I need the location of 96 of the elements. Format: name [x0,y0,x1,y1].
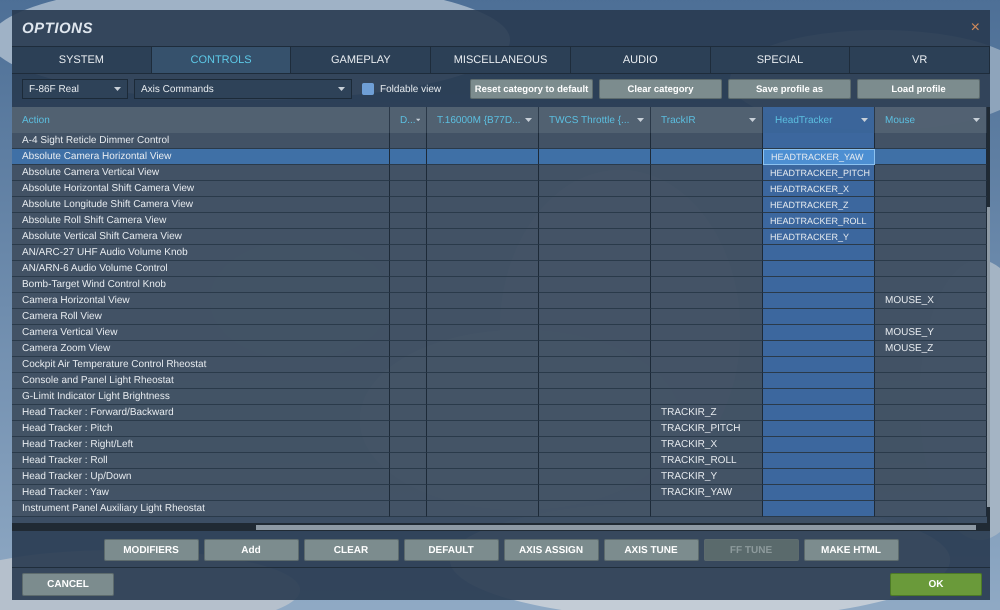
action-cell[interactable]: Absolute Camera Horizontal View [12,149,390,165]
binding-cell[interactable]: HEADTRACKER_Z [763,197,875,213]
binding-cell[interactable]: TRACKIR_PITCH [651,421,763,437]
action-cell[interactable]: Head Tracker : Yaw [12,485,390,501]
table-cell [390,357,427,373]
table-cell [390,501,427,517]
caret-icon [114,87,121,91]
action-cell[interactable]: AN/ARN-6 Audio Volume Control [12,261,390,277]
action-cell[interactable]: Absolute Vertical Shift Camera View [12,229,390,245]
table-cell [390,245,427,261]
table-cell [390,389,427,405]
action-cell[interactable]: Camera Zoom View [12,341,390,357]
table-cell [390,437,427,453]
binding-cell[interactable]: MOUSE_Z [875,341,987,357]
action-cell[interactable]: Camera Roll View [12,309,390,325]
caret-icon [416,118,420,122]
tab[interactable]: CONTROLS [152,47,292,73]
action-cell[interactable]: Absolute Longitude Shift Camera View [12,197,390,213]
binding-cell[interactable]: HEADTRACKER_X [763,181,875,197]
table-cell [390,165,427,181]
tab[interactable]: SPECIAL [710,47,850,73]
action-cell[interactable]: Absolute Horizontal Shift Camera View [12,181,390,197]
action-button[interactable]: DEFAULT [404,539,498,561]
action-cell[interactable]: G-Limit Indicator Light Brightness [12,389,390,405]
table-cell [390,213,427,229]
caret-icon [973,118,980,122]
action-cell[interactable]: Head Tracker : Right/Left [12,437,390,453]
action-button[interactable]: CLEAR [304,539,398,561]
action-cell[interactable]: Head Tracker : Pitch [12,421,390,437]
action-cell[interactable]: Head Tracker : Forward/Backward [12,405,390,421]
tab[interactable]: VR [850,47,990,73]
table-cell [390,325,427,341]
category-dropdown[interactable]: Axis Commands [134,79,352,99]
binding-cell[interactable]: TRACKIR_X [651,437,763,453]
binding-cell[interactable]: HEADTRACKER_PITCH [763,165,875,181]
aircraft-dropdown[interactable]: F-86F Real [22,79,128,99]
table-cell [390,149,427,165]
tab[interactable]: GAMEPLAY [291,47,432,73]
binding-cell[interactable]: TRACKIR_Y [651,469,763,485]
table-cell [390,373,427,389]
table-cell [390,469,427,485]
table-cell [390,309,427,325]
table-cell [390,133,427,149]
tab[interactable]: MISCELLANEOUS [431,47,571,73]
action-cell[interactable]: Bomb-Target Wind Control Knob [12,277,390,293]
checkbox-label: Foldable view [380,84,442,94]
action-button[interactable]: MAKE HTML [804,539,898,561]
caret-icon [637,118,644,122]
table-cell [390,277,427,293]
table-cell [390,405,427,421]
action-cell[interactable]: Console and Panel Light Rheostat [12,373,390,389]
cancel-button[interactable]: CANCEL [22,572,114,596]
table-cell [390,181,427,197]
horizontal-scrollbar[interactable] [12,523,990,531]
table-cell [390,485,427,501]
caret-icon [861,118,868,122]
toolbar-button[interactable]: Clear category [599,79,722,99]
tab[interactable]: AUDIO [570,47,711,73]
table-cell [390,197,427,213]
action-button[interactable]: AXIS TUNE [604,539,698,561]
action-cell[interactable]: Instrument Panel Auxiliary Light Rheostat [12,501,390,517]
action-cell[interactable]: Camera Horizontal View [12,293,390,309]
action-cell[interactable]: Head Tracker : Roll [12,453,390,469]
action-button[interactable]: MODIFIERS [104,539,198,561]
action-cell[interactable]: Absolute Roll Shift Camera View [12,213,390,229]
table-cell [390,293,427,309]
binding-cell[interactable]: MOUSE_Y [875,325,987,341]
table-cell [390,261,427,277]
ok-button[interactable]: OK [890,572,982,596]
checkbox[interactable] [362,83,374,95]
action-cell[interactable]: A-4 Sight Reticle Dimmer Control [12,133,390,149]
action-button[interactable]: Add [204,539,298,561]
table-cell [390,229,427,245]
binding-cell[interactable]: MOUSE_X [875,293,987,309]
toolbar-button[interactable]: Save profile as [728,79,851,99]
table-cell [390,341,427,357]
toolbar-button[interactable]: Load profile [857,79,980,99]
binding-cell[interactable]: HEADTRACKER_ROLL [763,213,875,229]
action-cell[interactable]: Absolute Camera Vertical View [12,165,390,181]
binding-cell[interactable]: TRACKIR_ROLL [651,453,763,469]
toolbar-button[interactable]: Reset category to default [470,79,593,99]
action-cell[interactable]: AN/ARC-27 UHF Audio Volume Knob [12,245,390,261]
action-cell[interactable]: Camera Vertical View [12,325,390,341]
action-button[interactable]: AXIS ASSIGN [504,539,598,561]
caret-icon [749,118,756,122]
binding-cell[interactable]: TRACKIR_YAW [651,485,763,501]
table-cell [390,453,427,469]
binding-cell[interactable]: TRACKIR_Z [651,405,763,421]
action-cell[interactable]: Head Tracker : Up/Down [12,469,390,485]
action-cell[interactable]: Cockpit Air Temperature Control Rheostat [12,357,390,373]
window-title: OPTIONS [22,20,94,36]
caret-icon [338,87,345,91]
caret-icon [525,118,532,122]
binding-cell[interactable]: HEADTRACKER_Y [763,229,875,245]
close-button[interactable]: × [970,20,980,36]
table-cell [390,421,427,437]
